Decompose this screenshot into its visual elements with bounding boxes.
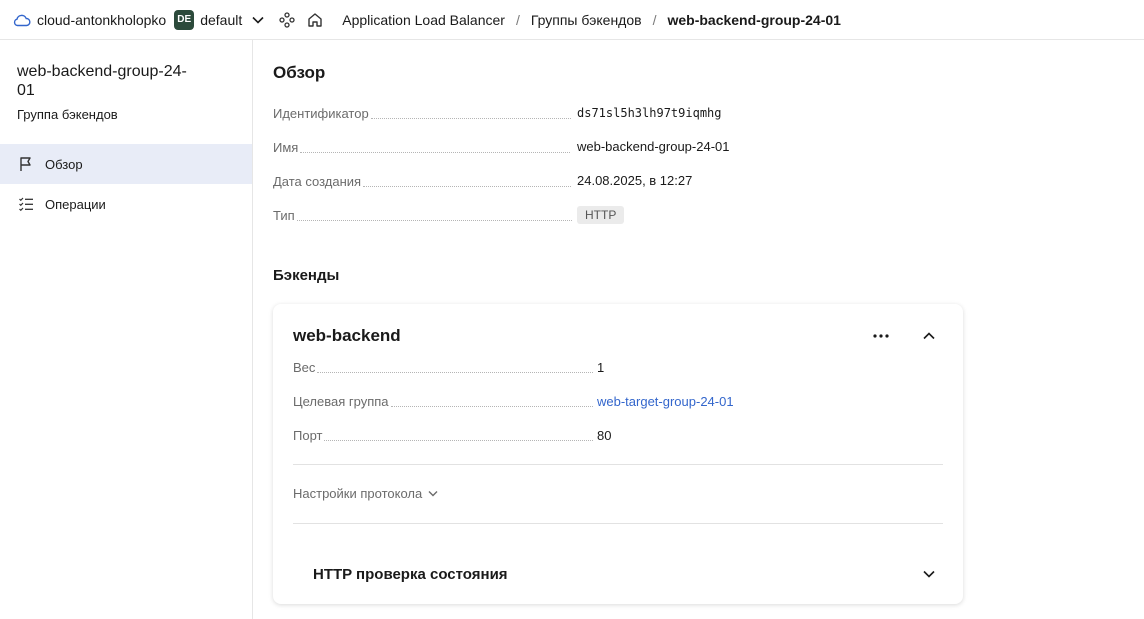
prop-label: Имя <box>273 140 299 155</box>
dotted-leader <box>296 220 572 221</box>
prop-label: Дата создания <box>273 174 362 189</box>
sidebar: web-backend-group-24-01 Группа бэкендов … <box>0 40 253 619</box>
prop-type: Тип <box>273 206 733 224</box>
prop-label: Порт <box>293 428 323 443</box>
dotted-leader <box>363 186 572 187</box>
type-badge: HTTP <box>577 206 625 224</box>
resource-title: web-backend-group-24-01 <box>17 63 187 99</box>
sidebar-item-label: Обзор <box>45 156 83 172</box>
more-actions-icon[interactable] <box>869 326 893 346</box>
prop-id-value: ds71sl5h3lh97t9iqmhg <box>577 106 722 120</box>
prop-created-value: 24.08.2025, в 12:27 <box>577 173 693 188</box>
backend-card: web-backend Вес 1 Целевая группа web-tar… <box>273 304 963 604</box>
backend-port-value: 80 <box>597 428 612 443</box>
folder-avatar: DE <box>174 9 195 30</box>
dotted-leader <box>370 118 571 119</box>
home-icon[interactable] <box>304 9 326 31</box>
protocol-settings-label: Настройки протокола <box>293 486 423 501</box>
dotted-leader <box>317 372 593 373</box>
backend-prop-port: Порт <box>293 426 597 444</box>
divider <box>293 464 943 465</box>
target-group-link[interactable]: web-target-group-24-01 <box>597 394 734 409</box>
backend-prop-weight: Вес <box>293 358 597 376</box>
prop-name-value: web-backend-group-24-01 <box>577 139 730 154</box>
prop-label: Тип <box>273 208 295 223</box>
collapse-chevron-up-icon[interactable] <box>918 326 940 346</box>
dotted-leader <box>300 152 571 153</box>
divider <box>293 523 943 524</box>
breadcrumb-separator: / <box>652 11 657 28</box>
top-bar: cloud-antonkholopko DE default Applicati… <box>0 0 1144 40</box>
section-title-overview: Обзор <box>273 63 326 82</box>
services-icon[interactable] <box>276 9 298 31</box>
resource-type: Группа бэкендов <box>17 107 118 122</box>
healthcheck-chevron-down-icon[interactable] <box>918 564 940 584</box>
sidebar-item-operations[interactable]: Операции <box>0 184 252 224</box>
flag-icon <box>17 155 35 173</box>
backend-prop-target-group: Целевая группа <box>293 392 597 410</box>
dotted-leader <box>390 406 593 407</box>
cloud-icon <box>13 11 31 29</box>
sidebar-item-overview[interactable]: Обзор <box>0 144 252 184</box>
backend-weight-value: 1 <box>597 360 605 375</box>
breadcrumb-current: web-backend-group-24-01 <box>667 11 841 28</box>
prop-label: Идентификатор <box>273 106 369 121</box>
breadcrumb-backend-groups[interactable]: Группы бэкендов <box>531 12 642 28</box>
list-checks-icon <box>17 195 35 213</box>
main-content: Обзор Идентификатор ds71sl5h3lh97t9iqmhg… <box>273 40 1144 619</box>
chevron-down-icon <box>428 490 438 497</box>
folder-switcher-chevron-down-icon[interactable] <box>248 10 268 30</box>
folder-name-link[interactable]: default <box>200 12 242 28</box>
healthcheck-title: HTTP проверка состояния <box>313 566 508 583</box>
dotted-leader <box>324 440 593 441</box>
prop-label: Целевая группа <box>293 394 389 409</box>
cloud-name-link[interactable]: cloud-antonkholopko <box>37 12 166 28</box>
section-title-backends: Бэкенды <box>273 267 340 284</box>
backend-title: web-backend <box>293 326 401 345</box>
breadcrumb-separator: / <box>515 11 520 28</box>
protocol-settings-toggle[interactable]: Настройки протокола <box>293 486 438 501</box>
breadcrumb-alb[interactable]: Application Load Balancer <box>342 12 505 28</box>
sidebar-item-label: Операции <box>45 196 106 212</box>
breadcrumb: Application Load Balancer / Группы бэкен… <box>342 12 841 28</box>
prop-label: Вес <box>293 360 316 375</box>
